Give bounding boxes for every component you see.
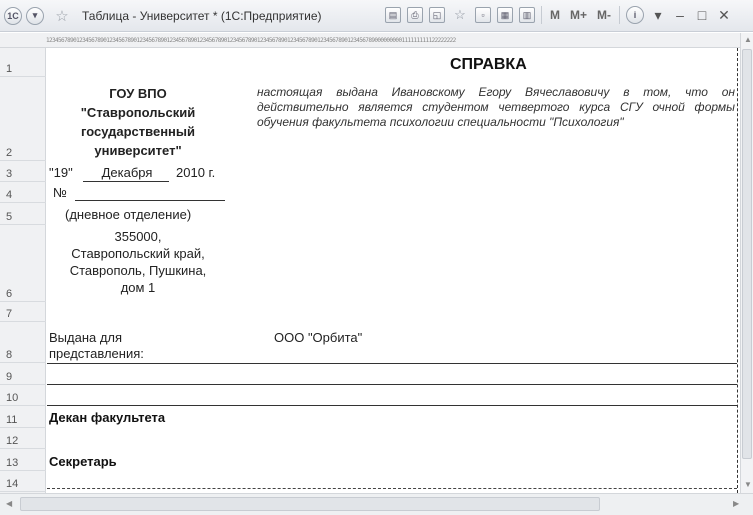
org-line: ГОУ ВПО: [109, 86, 167, 101]
vertical-scroll-thumb[interactable]: [742, 49, 752, 459]
close-icon[interactable]: ✕: [716, 7, 732, 24]
certificate-body-text: настоящая выдана Ивановскому Егору Вячес…: [257, 85, 735, 129]
row-number[interactable]: 3: [0, 161, 46, 182]
page-boundary-right: [737, 48, 738, 493]
date-month: Декабря: [101, 165, 153, 180]
page-boundary-bottom: [47, 488, 737, 489]
address-line: 355000,: [114, 229, 162, 244]
dropdown-menu-icon[interactable]: ▾: [26, 6, 44, 25]
row-number[interactable]: 9: [0, 363, 46, 385]
address-line: Ставропольский край,: [71, 246, 205, 261]
print-icon[interactable]: ⎙: [407, 7, 423, 23]
organization-name: ГОУ ВПО "Ставропольский государственный …: [47, 84, 229, 160]
row-line: [47, 363, 737, 364]
issued-for-label-line: представления:: [49, 346, 144, 361]
title-bar: 1С ▾ ☆ Таблица - Университет * (1С:Предп…: [0, 0, 753, 32]
column-ruler: 1234567890123456789012345678901234567890…: [0, 33, 740, 48]
row-number[interactable]: 7: [0, 302, 46, 322]
minimize-icon[interactable]: –: [672, 7, 688, 23]
toolbar-separator: [619, 6, 621, 24]
scroll-left-icon[interactable]: ◀: [6, 499, 12, 508]
date-day: "19": [49, 165, 73, 180]
row-line: [47, 405, 737, 406]
issued-for-value: ООО "Орбита": [274, 330, 363, 345]
document-number-line: [75, 200, 225, 201]
toolbar-separator: [541, 6, 542, 24]
row-number[interactable]: 4: [0, 182, 46, 203]
memory-minus-button[interactable]: M-: [595, 8, 613, 22]
calendar-icon[interactable]: ▥: [519, 7, 535, 23]
vertical-scrollbar[interactable]: ▲ ▼: [740, 33, 753, 493]
chevron-down-icon[interactable]: ▾: [650, 7, 666, 24]
favorite-star-icon[interactable]: ☆: [52, 7, 72, 25]
row-number[interactable]: 8: [0, 322, 46, 363]
save-icon[interactable]: ▤: [385, 7, 401, 23]
row-number[interactable]: 11: [0, 406, 46, 428]
horizontal-scroll-thumb[interactable]: [20, 497, 600, 511]
address-line: дом 1: [120, 280, 156, 295]
org-line: "Ставропольский: [80, 105, 196, 120]
favorites-icon[interactable]: ☆: [451, 7, 469, 23]
link-icon[interactable]: ▫: [475, 7, 491, 23]
print-preview-icon[interactable]: ◱: [429, 7, 445, 23]
memory-plus-button[interactable]: M+: [568, 8, 589, 22]
scroll-up-icon[interactable]: ▲: [744, 35, 752, 44]
scroll-down-icon[interactable]: ▼: [744, 480, 752, 489]
address-line: Ставрополь, Пушкина,: [69, 263, 207, 278]
document-title: СПРАВКА: [450, 56, 527, 73]
document-number-label: №: [53, 185, 67, 200]
info-icon[interactable]: i: [626, 6, 645, 24]
window-title: Таблица - Университет * (1С:Предприятие): [82, 8, 322, 23]
row-line: [47, 384, 737, 385]
org-line: университет": [94, 143, 182, 158]
calculator-icon[interactable]: ▦: [497, 7, 513, 23]
maximize-icon[interactable]: □: [694, 7, 710, 23]
org-line: государственный: [80, 124, 196, 139]
dean-label: Декан факультета: [49, 410, 166, 425]
address-block: 355000, Ставропольский край, Ставрополь,…: [47, 228, 229, 296]
date-month-underline: [83, 181, 169, 182]
secretary-label: Секретарь: [49, 454, 117, 469]
row-number[interactable]: 13: [0, 449, 46, 471]
row-number[interactable]: 12: [0, 428, 46, 449]
row-number[interactable]: 5: [0, 203, 46, 225]
row-number[interactable]: 6: [0, 225, 46, 302]
app-logo-icon[interactable]: 1С: [4, 6, 22, 25]
issued-for-label: Выдана для представления:: [49, 330, 144, 362]
row-number[interactable]: 2: [0, 77, 46, 161]
row-number[interactable]: 14: [0, 471, 46, 492]
spreadsheet-area[interactable]: ГОУ ВПО "Ставропольский государственный …: [47, 48, 737, 493]
row-header: 1 2 3 4 5 6 7 8 9 10 11 12 13 14: [0, 48, 46, 493]
date-year: 2010 г.: [176, 165, 216, 180]
issued-for-label-line: Выдана для: [49, 330, 123, 345]
row-number[interactable]: 1: [0, 48, 46, 77]
scroll-right-icon[interactable]: ▶: [733, 499, 739, 508]
horizontal-scrollbar[interactable]: ◀ ▶: [0, 493, 753, 515]
memory-button[interactable]: M: [548, 8, 562, 22]
department-label: (дневное отделение): [65, 207, 192, 222]
row-number[interactable]: 10: [0, 385, 46, 406]
